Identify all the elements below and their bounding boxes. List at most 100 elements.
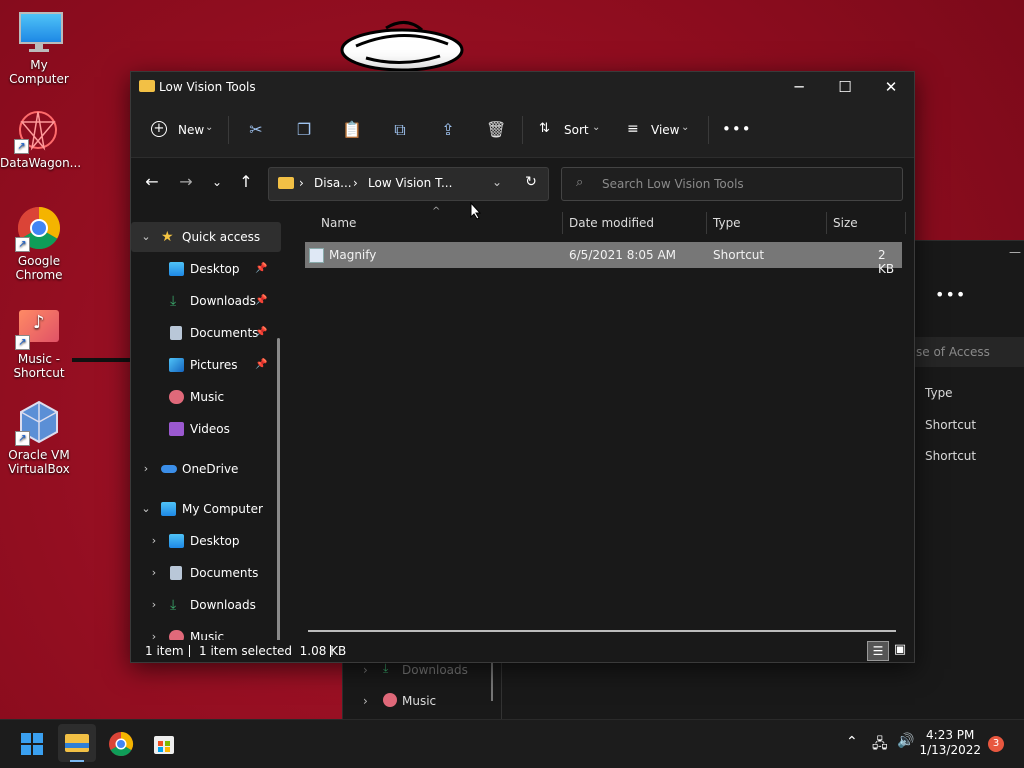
minimize-icon[interactable]: — — [1009, 245, 1021, 259]
desktop-icon-label: Music - Shortcut — [13, 352, 65, 380]
folder-icon — [278, 177, 294, 189]
chevron-down-icon: ⌄ — [592, 122, 601, 133]
recent-locations-chevron-icon[interactable]: ⌄ — [205, 170, 229, 194]
downloads-icon: ⤓ — [170, 597, 177, 613]
address-dropdown-chevron-icon[interactable]: ⌄ — [492, 175, 502, 189]
sidebar-item-onedrive[interactable]: › OneDrive — [131, 454, 281, 484]
paste-icon[interactable]: 📋 — [342, 120, 362, 140]
desktop-icon-google-chrome[interactable]: ↗ Google Chrome — [1, 206, 77, 282]
column-separator[interactable] — [826, 212, 827, 234]
chevron-right-icon[interactable]: › — [363, 663, 368, 677]
horizontal-scrollbar[interactable] — [308, 630, 896, 632]
file-row[interactable]: Magnify 6/5/2021 8:05 AM Shortcut 2 KB — [305, 242, 902, 276]
forward-arrow-icon[interactable]: → — [174, 170, 198, 194]
close-button[interactable]: ✕ — [868, 72, 914, 102]
pin-icon[interactable]: 📌 — [255, 318, 267, 348]
sidebar-item-documents[interactable]: Documents 📌 — [131, 318, 281, 348]
sidebar-item-computer-music[interactable]: › Music — [131, 622, 281, 640]
sidebar-scrollbar[interactable] — [277, 338, 280, 640]
volume-icon[interactable]: 🔊 — [897, 733, 914, 749]
breadcrumb-item[interactable]: Low Vision T... — [368, 176, 452, 190]
sidebar-item-downloads[interactable]: ⤓ Downloads 📌 — [131, 286, 281, 316]
shortcut-arrow-icon: ↗ — [15, 237, 30, 252]
sidebar-item-music[interactable]: Music — [131, 382, 281, 412]
background-sidebar-music[interactable]: Music — [402, 694, 436, 708]
column-header-size[interactable]: Size — [833, 216, 858, 230]
pin-icon[interactable]: 📌 — [255, 254, 267, 284]
column-header-name[interactable]: Name — [321, 216, 356, 230]
clock-time: 4:23 PM — [926, 728, 975, 742]
file-explorer-taskbar-icon[interactable] — [58, 724, 96, 762]
sidebar-item-pictures[interactable]: Pictures 📌 — [131, 350, 281, 380]
maximize-button[interactable]: ☐ — [822, 72, 868, 102]
shortcut-arrow-icon: ↗ — [15, 335, 30, 350]
breadcrumb-item[interactable]: Disa... — [314, 176, 352, 190]
shortcut-arrow-icon: ↗ — [14, 139, 29, 154]
share-icon[interactable]: ⇪ — [438, 120, 458, 140]
taskbar: ⌃ 🖧 🔊 4:23 PM 1/13/2022 3 — [0, 719, 1024, 768]
sidebar-item-computer-desktop[interactable]: › Desktop — [131, 526, 281, 556]
sort-icon: ⇅ — [539, 121, 550, 136]
documents-icon — [170, 326, 182, 340]
desktop-icon-datawagon[interactable]: ↗ DataWagon... — [0, 108, 81, 170]
chevron-right-icon[interactable]: › — [147, 526, 161, 556]
chevron-right-icon[interactable]: › — [147, 558, 161, 588]
sort-button[interactable]: ⇅ Sort ⌄ — [535, 116, 607, 144]
column-header-type[interactable]: Type — [713, 216, 741, 230]
delete-icon[interactable]: 🗑 — [486, 120, 506, 140]
title-bar[interactable]: Low Vision Tools ─ ☐ ✕ — [131, 72, 914, 102]
sidebar-item-label: Music — [190, 630, 225, 640]
more-options-icon[interactable]: ••• — [722, 120, 752, 138]
chrome-taskbar-icon[interactable] — [105, 728, 137, 760]
large-icons-view-icon[interactable]: ▣ — [891, 641, 909, 659]
pin-icon[interactable]: 📌 — [255, 286, 267, 316]
up-arrow-icon[interactable]: ↑ — [234, 170, 258, 194]
chevron-down-icon[interactable]: ⌄ — [139, 222, 153, 252]
column-separator[interactable] — [905, 212, 906, 234]
column-separator[interactable] — [562, 212, 563, 234]
search-box[interactable]: ⌕ Search Low Vision Tools — [561, 167, 903, 201]
more-options-icon[interactable]: ••• — [935, 285, 966, 304]
cut-icon[interactable]: ✂ — [246, 120, 266, 140]
navigation-bar: ← → ⌄ ↑ › Disa... › Low Vision T... ⌄ ↻ … — [131, 158, 914, 206]
start-windows-icon[interactable] — [16, 728, 48, 760]
desktop-icon-virtualbox[interactable]: ↗ Oracle VM VirtualBox — [1, 400, 77, 476]
sidebar-item-my-computer[interactable]: ⌄ My Computer — [131, 494, 281, 524]
chevron-right-icon[interactable]: › — [147, 590, 161, 620]
new-button[interactable]: + New ⌄ — [145, 116, 217, 144]
details-view-icon[interactable]: ☰ — [867, 641, 889, 661]
file-explorer-window[interactable]: Low Vision Tools ─ ☐ ✕ + New ⌄ ✂ ❐ 📋 ⧉ ⇪… — [130, 71, 915, 663]
sidebar-item-quick-access[interactable]: ⌄ ★ Quick access — [131, 222, 281, 252]
chevron-right-icon[interactable]: › — [363, 694, 368, 708]
copy-icon[interactable]: ❐ — [294, 120, 314, 140]
chevron-right-icon[interactable]: › — [147, 622, 161, 640]
refresh-icon[interactable]: ↻ — [519, 170, 543, 194]
chevron-up-icon[interactable]: ⌃ — [846, 734, 858, 750]
pin-icon[interactable]: 📌 — [255, 350, 267, 380]
minimize-button[interactable]: ─ — [776, 72, 822, 102]
sidebar-item-computer-documents[interactable]: › Documents — [131, 558, 281, 588]
system-clock[interactable]: 4:23 PM 1/13/2022 — [919, 728, 981, 758]
chevron-right-icon[interactable]: › — [139, 454, 153, 484]
desktop-icon-music-shortcut[interactable]: ♪ ↗ Music - Shortcut — [1, 304, 77, 380]
column-header-date-modified[interactable]: Date modified — [569, 216, 654, 230]
background-column-type[interactable]: Type — [925, 386, 953, 400]
sidebar-item-label: Music — [190, 390, 225, 404]
address-bar[interactable]: › Disa... › Low Vision T... ⌄ — [268, 167, 549, 201]
network-icon[interactable]: 🖧 — [872, 733, 888, 757]
sidebar-item-computer-downloads[interactable]: › ⤓ Downloads — [131, 590, 281, 620]
notification-badge[interactable]: 3 — [988, 736, 1004, 752]
desktop-icon-my-computer[interactable]: My Computer — [1, 10, 77, 86]
chevron-down-icon[interactable]: ⌄ — [139, 494, 153, 524]
rename-icon[interactable]: ⧉ — [390, 120, 410, 140]
back-arrow-icon[interactable]: ← — [140, 170, 164, 194]
desktop-wallpaper-drawing — [340, 21, 464, 72]
store-icon[interactable] — [148, 728, 180, 760]
sidebar-item-videos[interactable]: Videos — [131, 414, 281, 444]
view-button[interactable]: ≡ View ⌄ — [625, 116, 697, 144]
sidebar-item-desktop[interactable]: Desktop 📌 — [131, 254, 281, 284]
background-sidebar-downloads[interactable]: Downloads — [402, 663, 468, 677]
star-icon: ★ — [161, 229, 174, 245]
column-separator[interactable] — [706, 212, 707, 234]
view-lines-icon: ≡ — [627, 121, 639, 137]
